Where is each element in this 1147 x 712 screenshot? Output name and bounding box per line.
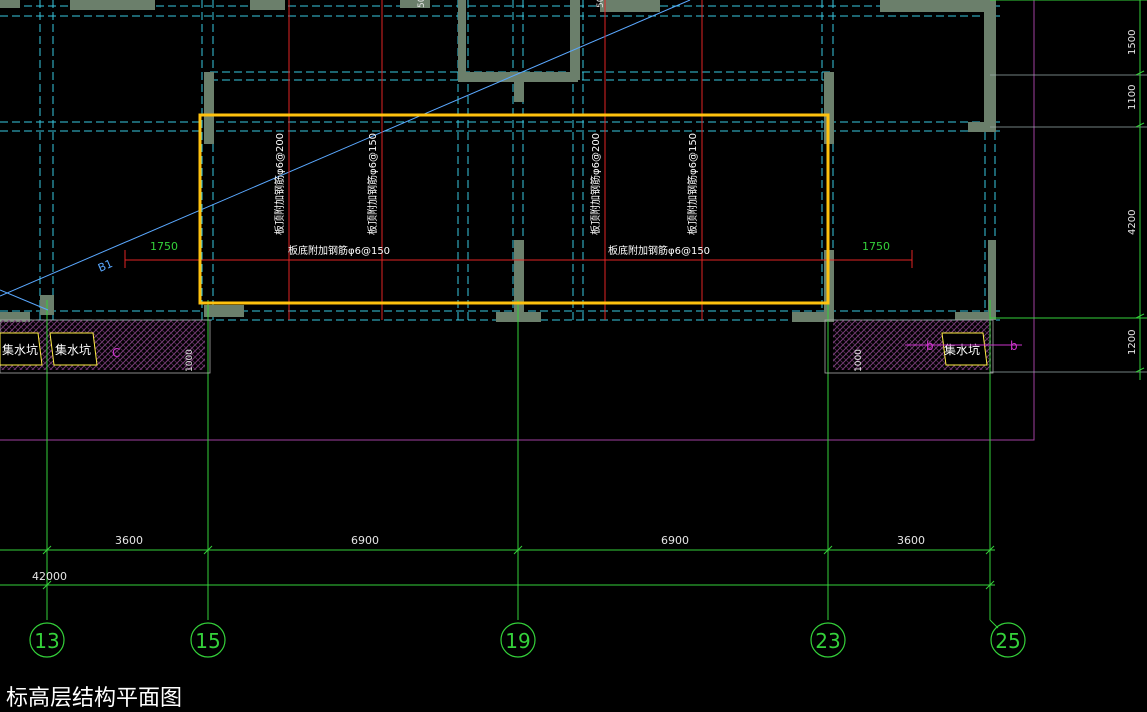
pit-dim-right: 1000: [854, 349, 864, 372]
svg-text:C: C: [112, 346, 120, 360]
drawing-title: 标高层结构平面图: [6, 686, 182, 708]
axis-bubble-15[interactable]: 15: [190, 622, 226, 658]
dimension-lines: [0, 545, 995, 590]
svg-text:13: 13: [34, 629, 59, 653]
svg-text:25: 25: [995, 629, 1020, 653]
sump-pit-left-b[interactable]: 集水坑: [49, 332, 98, 366]
magenta-boundary: [0, 0, 1035, 441]
pit-label: 集水坑: [55, 342, 91, 357]
column-wall: [955, 312, 995, 320]
dim-right-3: 4200: [1127, 210, 1138, 235]
column-wall: [880, 0, 970, 12]
pit-label: 集水坑: [2, 342, 38, 357]
dim-total: 42000: [32, 570, 67, 583]
pit-label: 集水坑: [944, 342, 980, 357]
column-wall: [600, 0, 660, 12]
axis-bubble-19[interactable]: 19: [500, 622, 536, 658]
column-walls: [0, 0, 996, 322]
axis-bubble-13[interactable]: 13: [29, 622, 65, 658]
dim-1750-right: 1750: [862, 240, 890, 253]
column-wall: [514, 240, 524, 318]
axis-bubble-25[interactable]: 25: [989, 619, 1026, 658]
column-wall: [960, 0, 985, 12]
rebar-note-h1: 板底附加钢筋φ6@150: [288, 244, 390, 257]
cad-drawing-canvas[interactable]: 集水坑 集水坑 集水坑 b b C B1 1000 1000 1750 1750…: [0, 0, 1147, 711]
svg-text:b: b: [926, 339, 934, 353]
structural-plan: 集水坑 集水坑 集水坑 b b C B1 1000 1000 1750 1750…: [0, 0, 1147, 711]
column-wall: [988, 240, 996, 320]
top-label-1: 50: [417, 0, 427, 8]
svg-text:b: b: [1010, 339, 1018, 353]
pit-dim-left: 1000: [185, 349, 195, 372]
top-label-2: 50: [596, 0, 606, 8]
dim-bottom-2: 6900: [351, 534, 379, 547]
column-wall: [514, 82, 524, 102]
column-wall: [250, 0, 285, 10]
dim-right-1: 1500: [1127, 30, 1138, 55]
dim-bottom-3: 6900: [661, 534, 689, 547]
dim-1750-left: 1750: [150, 240, 178, 253]
column-wall: [204, 305, 244, 317]
dim-bottom-1: 3600: [115, 534, 143, 547]
column-wall: [70, 0, 155, 10]
rebar-note-h2: 板底附加钢筋φ6@150: [608, 244, 710, 257]
sump-pit-left-a[interactable]: 集水坑: [0, 332, 43, 366]
dim-right-2: 1100: [1127, 85, 1138, 110]
rebar-note-v4: 板顶附加钢筋φ6@150: [686, 133, 699, 235]
beam-dashed-lines: [0, 0, 1000, 321]
column-wall: [984, 0, 996, 130]
rebar-note-v2: 板顶附加钢筋φ6@150: [366, 133, 379, 235]
column-wall: [570, 0, 580, 80]
svg-text:23: 23: [815, 629, 840, 653]
rebar-note-v1: 板顶附加钢筋φ6@200: [273, 133, 286, 235]
axis-bubble-23[interactable]: 23: [810, 622, 846, 658]
column-wall: [458, 0, 466, 80]
sump-pit-right[interactable]: 集水坑: [941, 332, 988, 366]
svg-text:15: 15: [195, 629, 220, 653]
dim-right-4: 1200: [1127, 330, 1138, 355]
rebar-note-v3: 板顶附加钢筋φ6@200: [589, 133, 602, 235]
column-wall: [0, 0, 20, 8]
svg-text:B1: B1: [96, 257, 114, 275]
column-wall: [204, 72, 214, 144]
dim-bottom-4: 3600: [897, 534, 925, 547]
svg-text:19: 19: [505, 629, 530, 653]
